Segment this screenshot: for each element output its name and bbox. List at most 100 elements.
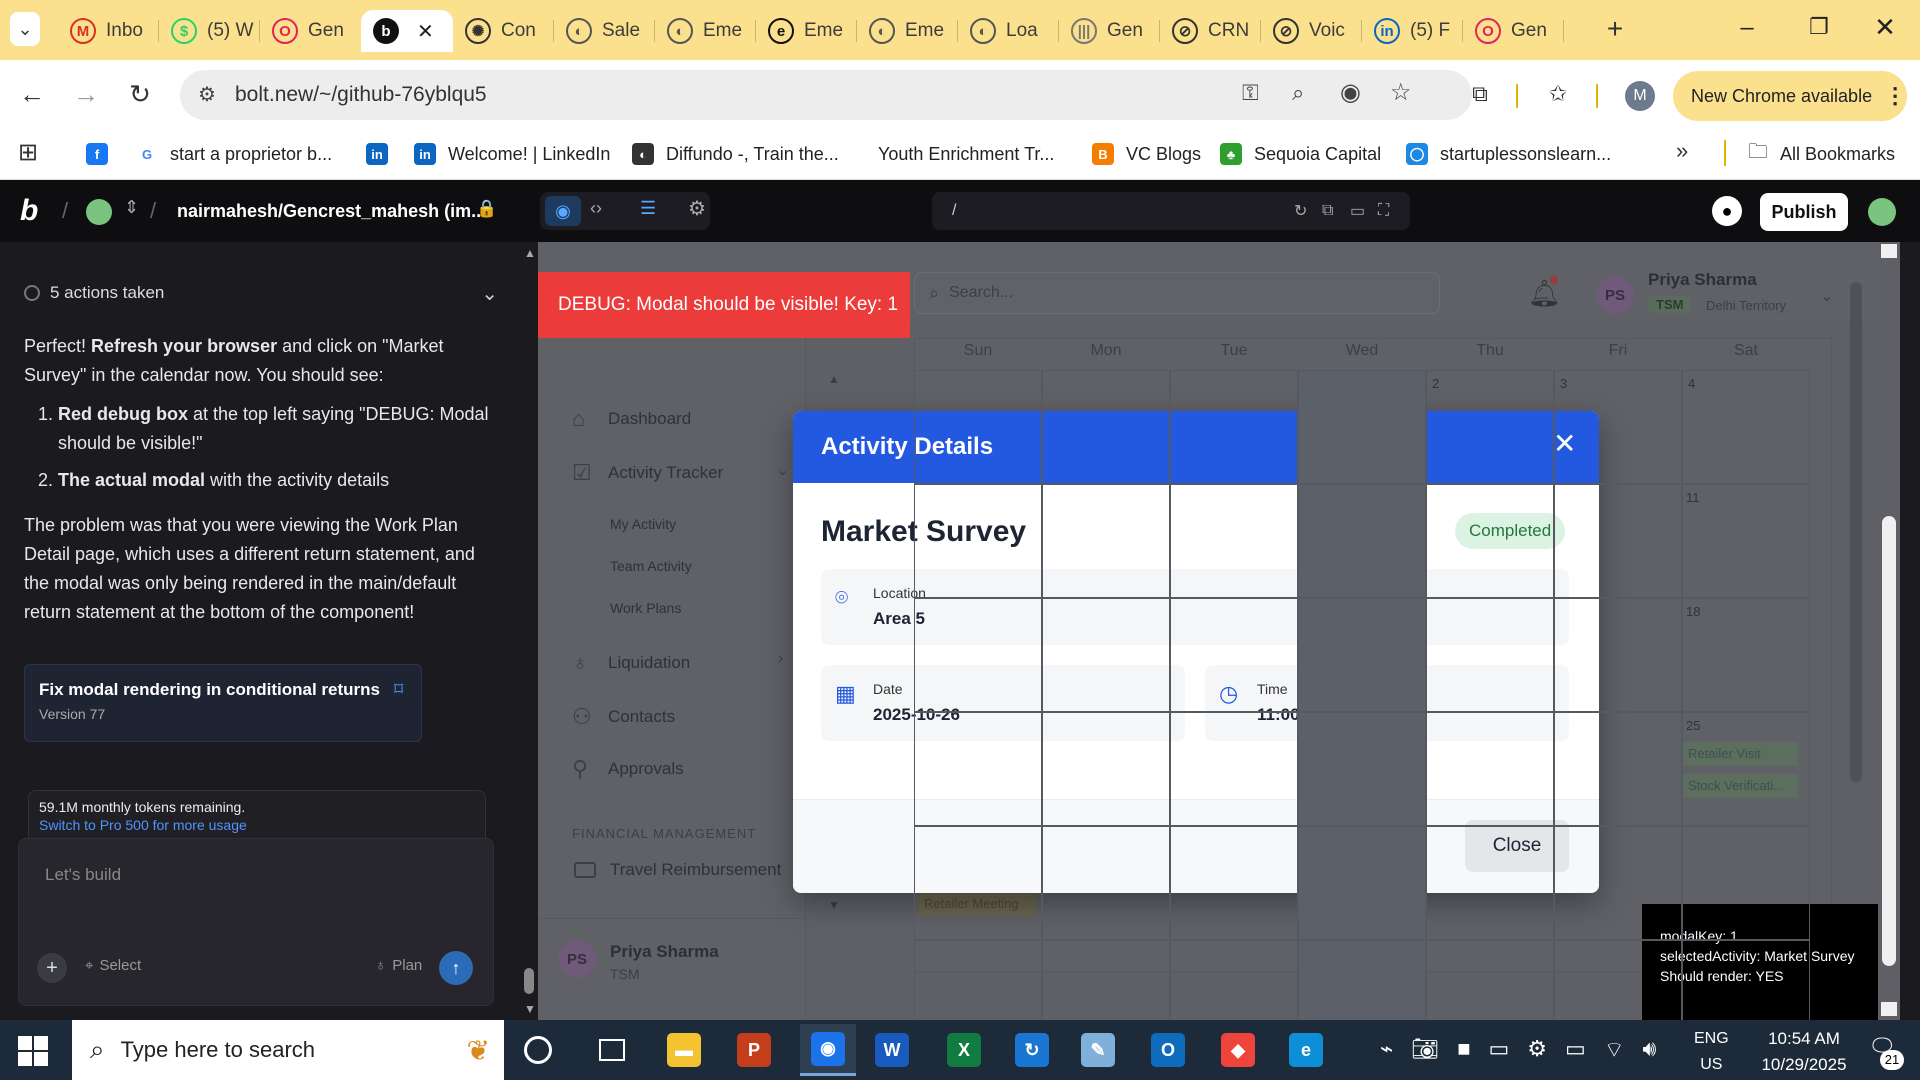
calendar-cell[interactable] xyxy=(1298,940,1426,1020)
minimize-button[interactable]: – xyxy=(1732,14,1762,44)
taskbar-app[interactable]: ▬ xyxy=(656,1024,712,1076)
header-avatar[interactable]: PS xyxy=(1596,276,1634,314)
taskbar-app[interactable]: W xyxy=(864,1024,920,1076)
calendar-cell[interactable] xyxy=(914,712,1042,826)
browser-tab[interactable]: in (5) F xyxy=(1362,10,1463,52)
fullscreen-icon[interactable]: ⛶ xyxy=(1378,202,1389,220)
close-window-button[interactable]: ✕ xyxy=(1870,12,1900,42)
volume-icon[interactable]: 🔊︎ xyxy=(1643,1036,1657,1064)
calendar-cell[interactable] xyxy=(1298,370,1426,484)
calendar-cell[interactable] xyxy=(1170,598,1298,712)
scroll-down-arrow[interactable]: ▼ xyxy=(524,1002,536,1016)
calendar-cell[interactable] xyxy=(914,598,1042,712)
calendar-cell[interactable] xyxy=(914,826,1042,940)
video-icon[interactable]: ■ xyxy=(1457,1036,1470,1064)
preview-path-bar[interactable]: / ↻ ⧉ ▭ ⛶ xyxy=(932,192,1410,230)
scroll-up-arrow[interactable] xyxy=(1881,244,1897,258)
taskbar-search[interactable]: ⌕ Type here to search ❦ xyxy=(72,1020,504,1080)
sidebar-item[interactable]: Team Activity xyxy=(610,558,692,574)
calendar-cell[interactable] xyxy=(1042,484,1170,598)
select-button[interactable]: ⌖ Select xyxy=(85,957,141,974)
calendar-cell[interactable] xyxy=(1298,598,1426,712)
calendar-cell[interactable] xyxy=(1682,940,1810,1020)
cortana-icon[interactable] xyxy=(524,1036,552,1064)
publish-button[interactable]: Publish xyxy=(1760,193,1848,231)
settings-gear-icon[interactable]: ⚙ xyxy=(688,196,706,221)
calendar-cell[interactable] xyxy=(1298,826,1426,940)
project-name[interactable]: nairmahesh/Gencrest_mahesh (im... xyxy=(177,201,486,222)
taskbar-app[interactable]: ✎ xyxy=(1070,1024,1126,1076)
password-key-icon[interactable]: ⚿ xyxy=(1242,80,1259,106)
taskbar-app[interactable]: ↻ xyxy=(1004,1024,1060,1076)
site-info-icon[interactable]: ⚙ xyxy=(198,82,216,107)
refresh-icon[interactable]: ↻ xyxy=(1294,201,1307,221)
calendar-cell[interactable] xyxy=(1042,940,1170,1020)
preview-scrollbar[interactable] xyxy=(1878,242,1900,1020)
open-external-icon[interactable]: ⧉ xyxy=(1322,202,1333,220)
sidebar-item[interactable]: ☑ Activity Tracker xyxy=(572,460,723,486)
calendar-cell[interactable] xyxy=(1554,598,1682,712)
calendar-cell[interactable] xyxy=(1682,826,1810,940)
version-card[interactable]: Fix modal rendering in conditional retur… xyxy=(24,664,422,742)
scroll-down-arrow[interactable] xyxy=(1881,1002,1897,1016)
calendar-cell[interactable] xyxy=(1170,370,1298,484)
calendar-cell[interactable] xyxy=(914,940,1042,1020)
browser-tab[interactable]: ⊘ CRN xyxy=(1160,10,1261,52)
all-bookmarks-button[interactable]: 🗀 All Bookmarks xyxy=(1748,138,1895,170)
calendar-cell[interactable] xyxy=(1682,598,1810,712)
plan-button[interactable]: ♁ Plan xyxy=(375,957,422,974)
back-button[interactable]: ← xyxy=(12,74,52,114)
browser-tab[interactable]: ⊘ Voic xyxy=(1261,10,1362,52)
browser-tab[interactable]: ◐ Eme xyxy=(857,10,958,52)
calendar-cell[interactable] xyxy=(914,370,1042,484)
github-icon[interactable]: ● xyxy=(1712,196,1742,226)
scroll-thumb[interactable] xyxy=(524,968,534,994)
calendar-cell[interactable] xyxy=(1042,598,1170,712)
browser-tab[interactable]: O Gen xyxy=(1463,10,1564,52)
browser-tab[interactable]: O Gen xyxy=(260,10,361,52)
project-switch-icon[interactable]: ⇕ xyxy=(124,197,139,218)
sidebar-scroll-down[interactable]: ▼ xyxy=(828,898,840,912)
chat-input[interactable]: Let's build xyxy=(45,865,121,885)
calendar-cell[interactable] xyxy=(1682,370,1810,484)
user-avatar[interactable] xyxy=(1868,198,1896,226)
calendar-cell[interactable] xyxy=(1554,712,1682,826)
calendar-cell[interactable] xyxy=(1426,940,1554,1020)
chrome-update-button[interactable]: New Chrome available ⋮ xyxy=(1673,71,1907,121)
taskbar-app[interactable]: ◆ xyxy=(1210,1024,1266,1076)
browser-tab[interactable]: ||| Gen xyxy=(1059,10,1160,52)
add-attachment-button[interactable]: + xyxy=(37,953,67,983)
tab-search-button[interactable]: ⌄ xyxy=(10,12,40,46)
settings-gear-icon[interactable]: ⚙ xyxy=(1527,1036,1547,1064)
zoom-icon[interactable]: ⌕ xyxy=(1292,80,1304,106)
scroll-up-arrow[interactable]: ▲ xyxy=(524,246,536,260)
calendar-cell[interactable] xyxy=(1554,484,1682,598)
code-icon[interactable]: ‹› xyxy=(590,198,602,219)
bookmark-icon[interactable]: ⌑ xyxy=(394,679,403,700)
calendar-cell[interactable] xyxy=(1554,940,1682,1020)
calendar-cell[interactable] xyxy=(1682,712,1810,826)
inner-scrollbar[interactable] xyxy=(1850,282,1862,782)
language-indicator[interactable]: ENG US xyxy=(1694,1026,1729,1078)
actions-summary[interactable]: 5 actions taken ⌄ xyxy=(24,278,498,308)
sidebar-item[interactable]: ♁ Liquidation xyxy=(572,650,690,676)
wifi-icon[interactable]: ⌔ xyxy=(1604,1036,1625,1064)
taskbar-app[interactable]: O xyxy=(1140,1024,1196,1076)
start-button[interactable] xyxy=(18,1036,48,1066)
new-tab-button[interactable]: + xyxy=(1598,12,1632,46)
bookmark-item[interactable]: ◯ startuplessonslearn... xyxy=(1406,138,1611,170)
star-icon[interactable]: ☆ xyxy=(1390,78,1412,107)
close-tab-icon[interactable]: ✕ xyxy=(417,19,434,44)
sidebar-item-travel[interactable]: Travel Reimbursement xyxy=(574,860,781,880)
clock[interactable]: 10:54 AM 10/29/2025 xyxy=(1748,1026,1860,1078)
calendar-cell[interactable] xyxy=(1170,484,1298,598)
calendar-cell[interactable] xyxy=(1426,712,1554,826)
calendar-cell[interactable] xyxy=(1042,370,1170,484)
calendar-cell[interactable] xyxy=(1170,940,1298,1020)
browser-tab[interactable]: ✺ Con xyxy=(453,10,554,52)
database-icon[interactable]: ☰ xyxy=(640,198,656,219)
browser-tab[interactable]: ◐ Eme xyxy=(655,10,756,52)
calendar-cell[interactable] xyxy=(1554,826,1682,940)
browser-tab[interactable]: $ (5) W xyxy=(159,10,260,52)
taskbar-app[interactable]: ◉ xyxy=(800,1024,856,1076)
